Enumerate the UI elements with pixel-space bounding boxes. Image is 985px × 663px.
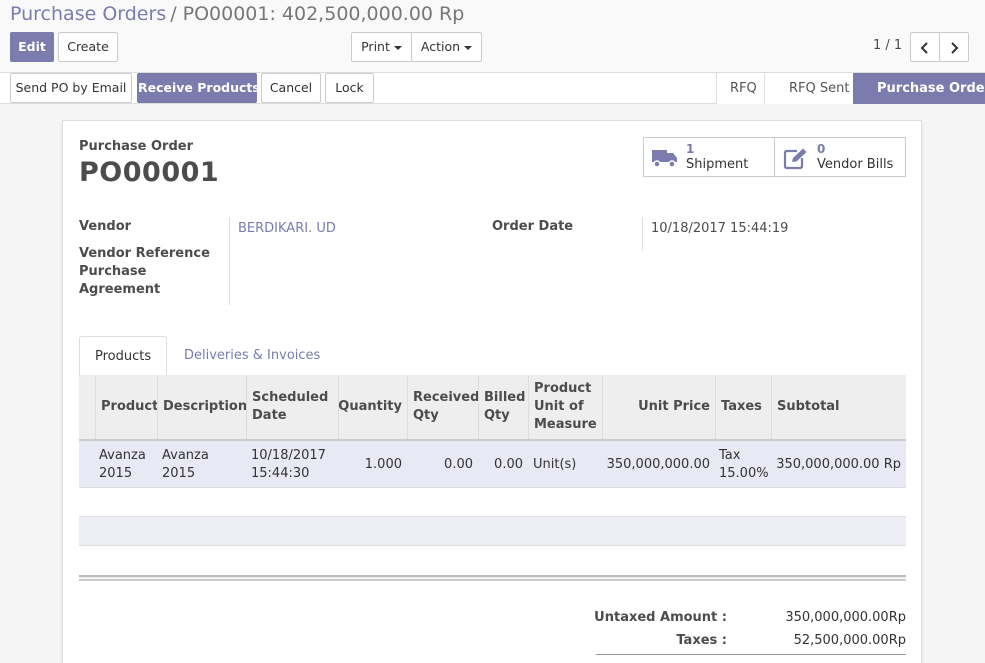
breadcrumb-separator: /: [170, 3, 177, 25]
taxes-line1: Tax: [719, 447, 741, 463]
send-po-email-button[interactable]: Send PO by Email: [10, 73, 132, 103]
tab-deliveries-invoices[interactable]: Deliveries & Invoices: [169, 336, 335, 376]
edit-button[interactable]: Edit: [10, 32, 54, 62]
taxes-total-label: Taxes :: [676, 633, 727, 648]
caret-down-icon: [464, 45, 473, 50]
column-header-billed-qty[interactable]: Billed Qty: [478, 375, 528, 439]
shipment-count: 1: [686, 142, 695, 156]
pager-previous-button[interactable]: [910, 32, 940, 62]
received-header-line2: Qty: [413, 408, 439, 423]
received-header-line1: Received: [413, 390, 480, 405]
cell-unit-of-measure: Unit(s): [533, 456, 577, 472]
field-divider: [229, 217, 230, 305]
order-date-value: 10/18/2017 15:44:19: [651, 221, 789, 236]
action-dropdown[interactable]: Action: [411, 32, 482, 62]
table-empty-row: [79, 546, 906, 575]
cancel-button[interactable]: Cancel: [261, 73, 321, 103]
pager-value: 1 / 1: [873, 38, 903, 53]
create-button[interactable]: Create: [58, 32, 118, 62]
column-header-received-qty[interactable]: Received Qty: [407, 375, 480, 439]
vendor-bills-smart-button[interactable]: 0 Vendor Bills: [774, 137, 906, 177]
description-line2: 2015: [162, 465, 196, 481]
breadcrumb-purchase-orders[interactable]: Purchase Orders: [10, 3, 166, 25]
table-empty-row: [79, 488, 906, 517]
stage-rfq[interactable]: RFQ: [716, 73, 764, 104]
receive-products-button[interactable]: Receive Products: [137, 73, 260, 103]
column-header-scheduled-date[interactable]: Scheduled Date: [246, 375, 338, 439]
shipment-label: Shipment: [686, 157, 749, 172]
cell-unit-price: 350,000,000.00: [606, 456, 710, 472]
print-dropdown[interactable]: Print: [351, 32, 412, 62]
control-panel: Purchase Orders / PO00001: 402,500,000.00 …: [0, 0, 985, 72]
scheduled-date-line1: 10/18/2017: [251, 447, 326, 463]
billed-header-line1: Billed: [484, 390, 526, 405]
table-header: Product Description Scheduled Date Quanti…: [79, 375, 906, 441]
cell-taxes: Tax 15.00%: [715, 441, 772, 488]
uom-header-line1: Product: [534, 381, 592, 396]
pager-next-button[interactable]: [939, 32, 969, 62]
action-label: Action: [420, 39, 461, 54]
cell-received-qty: 0.00: [444, 456, 473, 472]
description-line1: Avanza: [162, 447, 209, 463]
tab-products[interactable]: Products: [79, 336, 168, 377]
uom-header-line2: Unit of: [534, 399, 584, 414]
table-row[interactable]: Avanza 2015 Avanza 2015 10/18/2017 15:44:30…: [79, 441, 906, 488]
stage-purchase-order[interactable]: Purchase Order: [853, 73, 985, 104]
taxes-total-value: 52,500,000.00Rp: [793, 633, 906, 648]
lock-button[interactable]: Lock: [325, 73, 374, 103]
document-type-label: Purchase Order: [79, 139, 194, 154]
cell-quantity: 1.000: [364, 456, 402, 472]
truck-icon: [652, 150, 677, 168]
chevron-left-icon: [920, 41, 928, 54]
shipment-smart-button[interactable]: 1 Shipment: [643, 137, 775, 177]
product-line2: 2015: [99, 465, 133, 481]
breadcrumb-current: PO00001: 402,500,000.00 Rp: [182, 3, 465, 25]
column-header-description[interactable]: Description: [157, 375, 247, 439]
column-header-unit-of-measure[interactable]: Product Unit of Measure: [528, 375, 602, 439]
table-empty-row: [79, 517, 906, 546]
billed-header-line2: Qty: [484, 408, 510, 423]
purchase-agreement-label-line2: Agreement: [79, 282, 161, 297]
untaxed-amount-label: Untaxed Amount :: [594, 610, 727, 625]
form-sheet: Purchase Order PO00001 1 Shipment 0 Vend…: [62, 120, 922, 663]
vendor-bills-label: Vendor Bills: [817, 157, 894, 172]
field-divider: [642, 217, 643, 251]
scheduled-date-header-line2: Date: [252, 408, 287, 423]
cell-subtotal: 350,000,000.00 Rp: [776, 456, 901, 472]
cell-scheduled-date: 10/18/2017 15:44:30: [247, 441, 339, 488]
stage-rfq-sent[interactable]: RFQ Sent: [765, 73, 853, 104]
statusbar: Send PO by Email Receive Products Cancel…: [0, 72, 985, 104]
column-header-unit-price[interactable]: Unit Price: [602, 375, 715, 439]
vendor-reference-label: Vendor Reference: [79, 246, 210, 261]
cell-billed-qty: 0.00: [494, 456, 523, 472]
vendor-link[interactable]: BERDIKARI. UD: [238, 221, 336, 236]
caret-down-icon: [393, 45, 402, 50]
breadcrumb: Purchase Orders / PO00001: 402,500,000.00 …: [10, 3, 464, 25]
uom-header-line3: Measure: [534, 417, 597, 432]
column-header-taxes[interactable]: Taxes: [715, 375, 772, 439]
vendor-label: Vendor: [79, 219, 132, 234]
untaxed-amount-value: 350,000,000.00Rp: [785, 610, 906, 625]
order-date-label: Order Date: [492, 219, 574, 234]
product-line1: Avanza: [99, 447, 146, 463]
scheduled-date-line2: 15:44:30: [251, 465, 310, 481]
purchase-agreement-label-line1: Purchase: [79, 264, 147, 279]
table-footer: [79, 575, 906, 581]
notebook-tabs: Products Deliveries & Invoices: [79, 336, 906, 377]
totals-divider: [596, 654, 906, 655]
cell-product: Avanza 2015: [95, 441, 157, 488]
pencil-square-icon: [783, 148, 807, 170]
column-header-subtotal[interactable]: Subtotal: [771, 375, 906, 439]
scheduled-date-header-line1: Scheduled: [252, 390, 329, 405]
column-header-quantity[interactable]: Quantity: [338, 375, 407, 439]
chevron-right-icon: [951, 41, 959, 54]
po-number: PO00001: [79, 157, 220, 188]
vendor-bills-count: 0: [817, 142, 826, 156]
print-label: Print: [361, 39, 390, 54]
taxes-line2: 15.00%: [719, 465, 769, 481]
cell-description: Avanza 2015: [158, 441, 246, 488]
column-header-product[interactable]: Product: [95, 375, 158, 439]
